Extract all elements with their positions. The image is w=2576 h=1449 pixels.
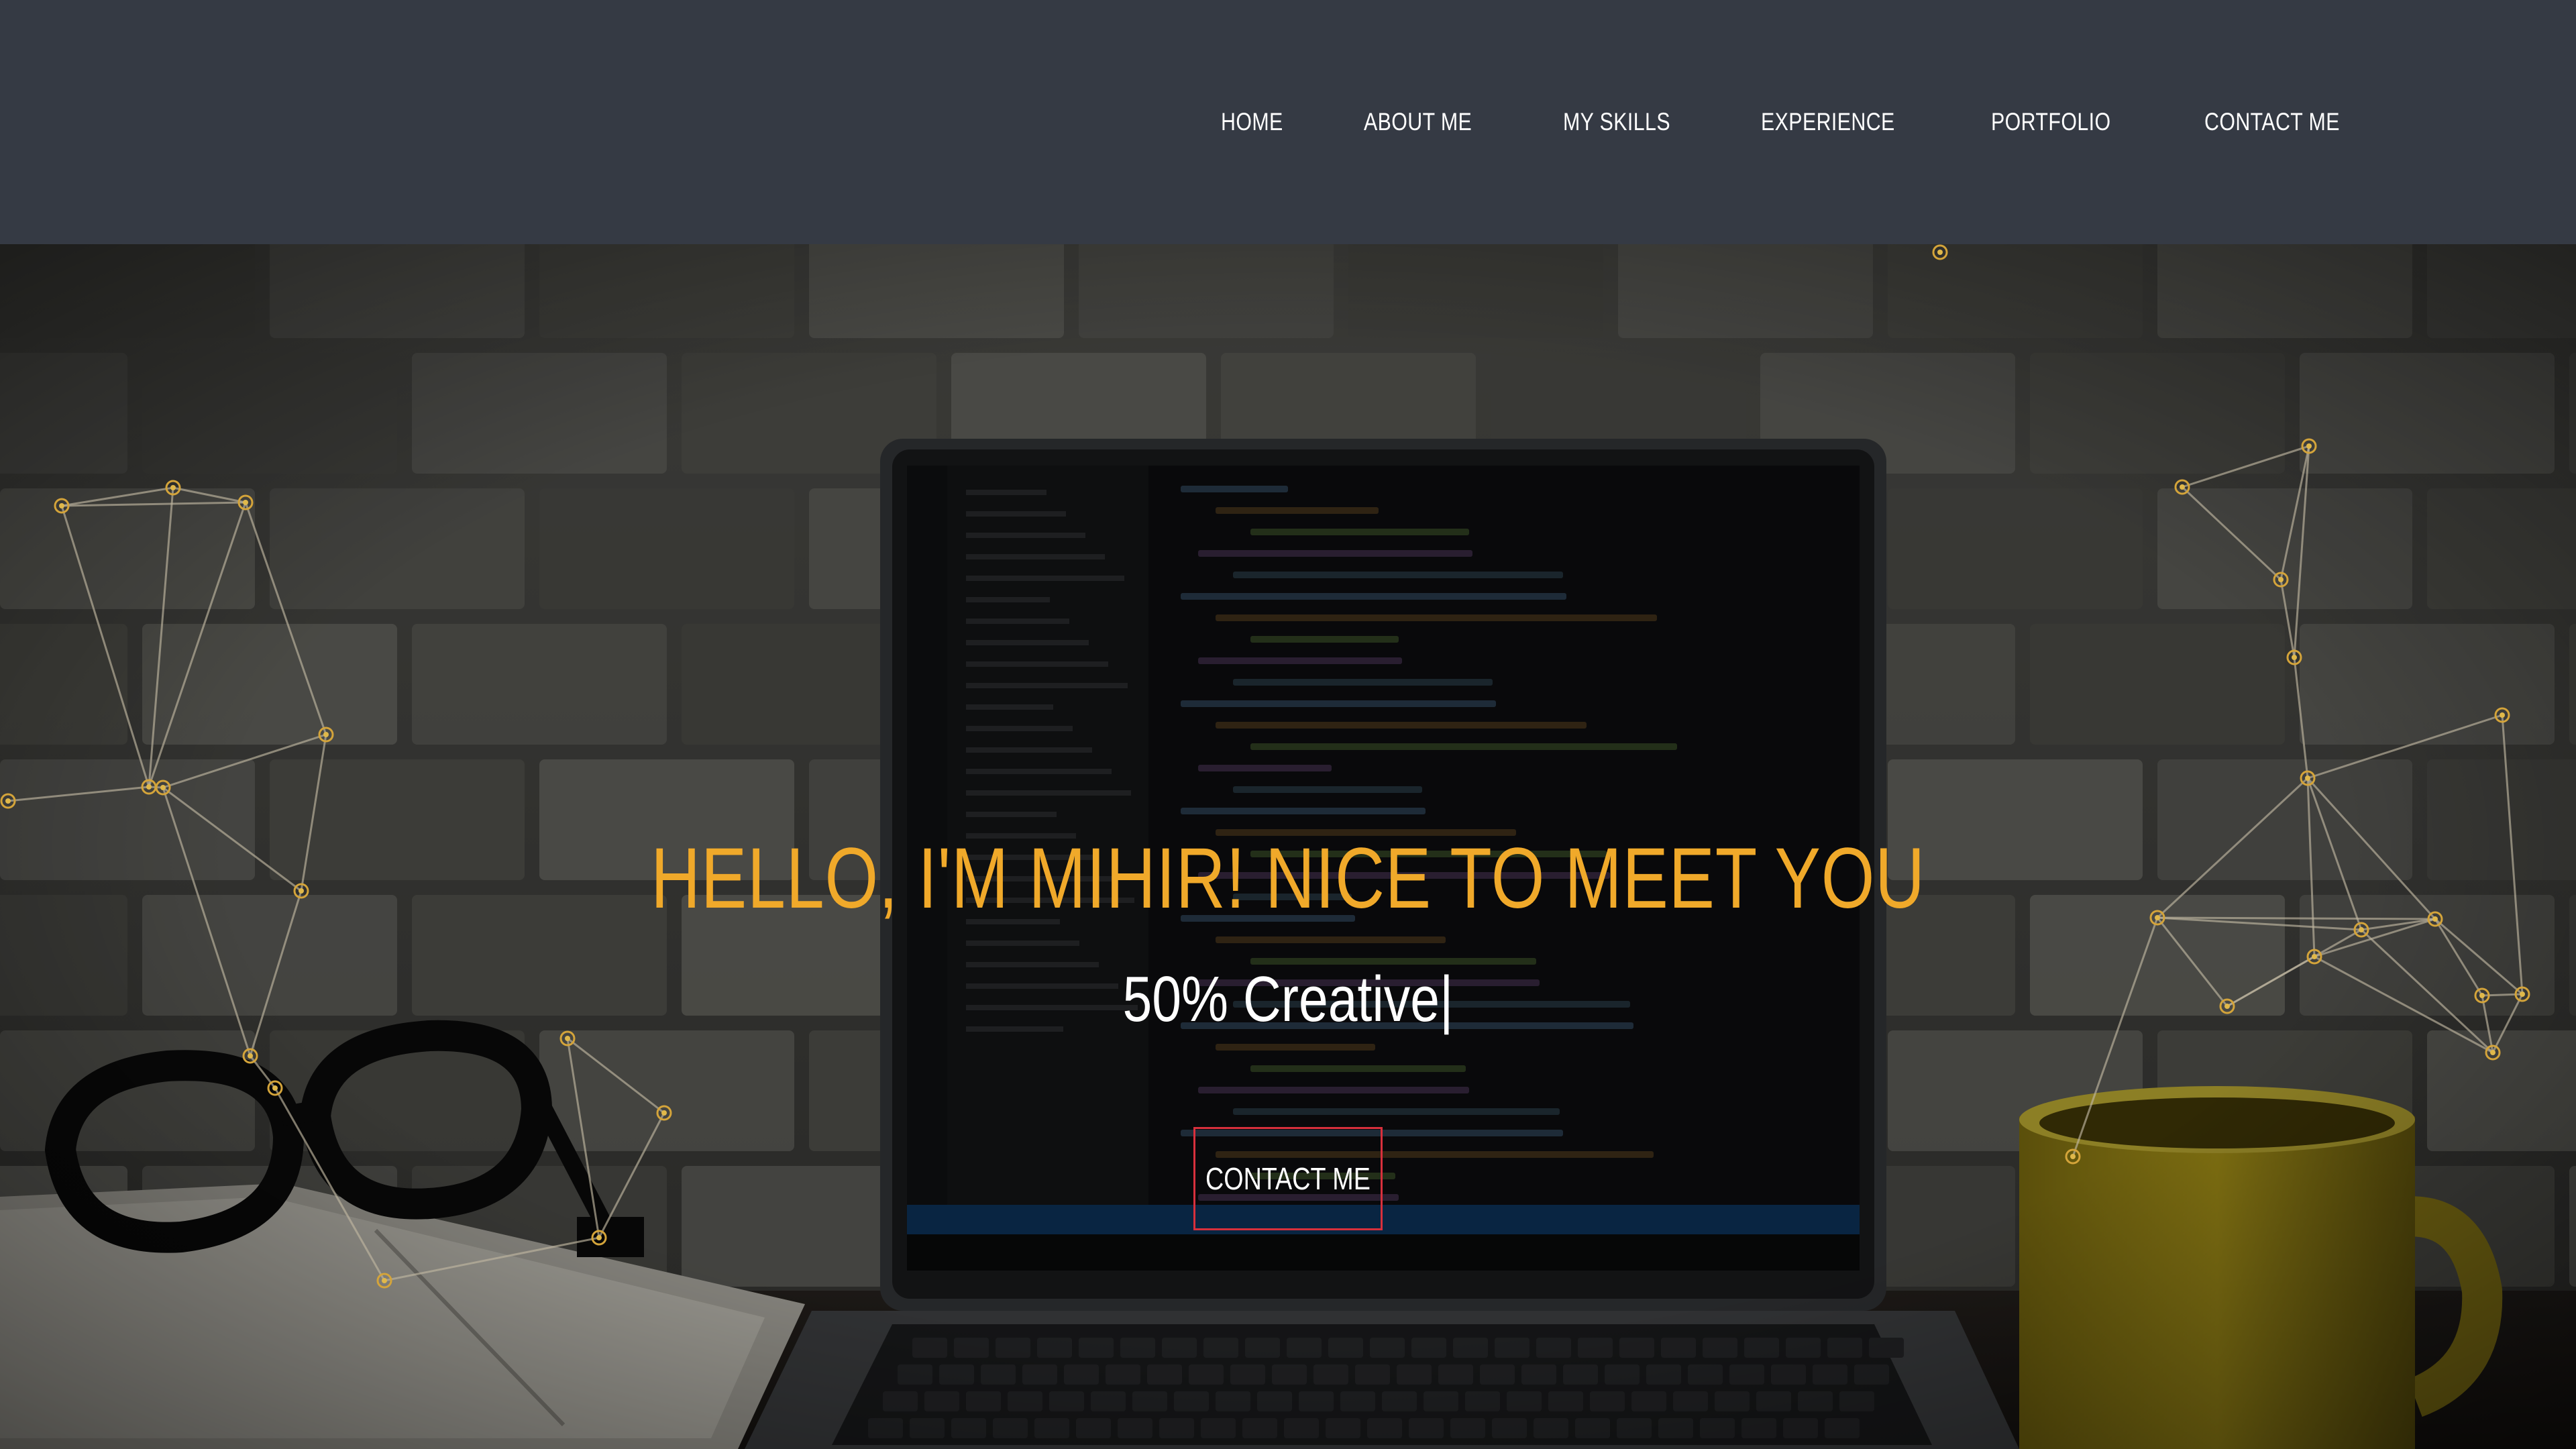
nav-portfolio-link[interactable]: PORTFOLIO: [1991, 108, 2110, 136]
hero-section: HELLO, I'M MIHIR! NICE TO MEET YOU 50% C…: [0, 244, 2576, 1449]
typing-cursor: |: [1440, 963, 1454, 1035]
hero-typing-text: 50% Creative|: [232, 963, 2345, 1036]
contact-me-button[interactable]: CONTACT ME: [1193, 1127, 1383, 1230]
nav-menu: HOME ABOUT ME MY SKILLS EXPERIENCE PORTF…: [1221, 0, 2436, 244]
hero-title: HELLO, I'M MIHIR! NICE TO MEET YOU: [651, 830, 1925, 926]
nav-about-link[interactable]: ABOUT ME: [1364, 108, 1472, 136]
typing-text: 50% Creative: [1122, 963, 1440, 1035]
contact-me-label: CONTACT ME: [1205, 1161, 1371, 1196]
navbar: HOME ABOUT ME MY SKILLS EXPERIENCE PORTF…: [0, 0, 2576, 244]
nav-skills-link[interactable]: MY SKILLS: [1563, 108, 1670, 136]
portfolio-page: HOME ABOUT ME MY SKILLS EXPERIENCE PORTF…: [0, 0, 2576, 1449]
nav-contact-link[interactable]: CONTACT ME: [2204, 108, 2340, 136]
nav-home-link[interactable]: HOME: [1221, 108, 1283, 136]
nav-experience-link[interactable]: EXPERIENCE: [1761, 108, 1895, 136]
hero-content: HELLO, I'M MIHIR! NICE TO MEET YOU 50% C…: [0, 244, 2576, 1449]
